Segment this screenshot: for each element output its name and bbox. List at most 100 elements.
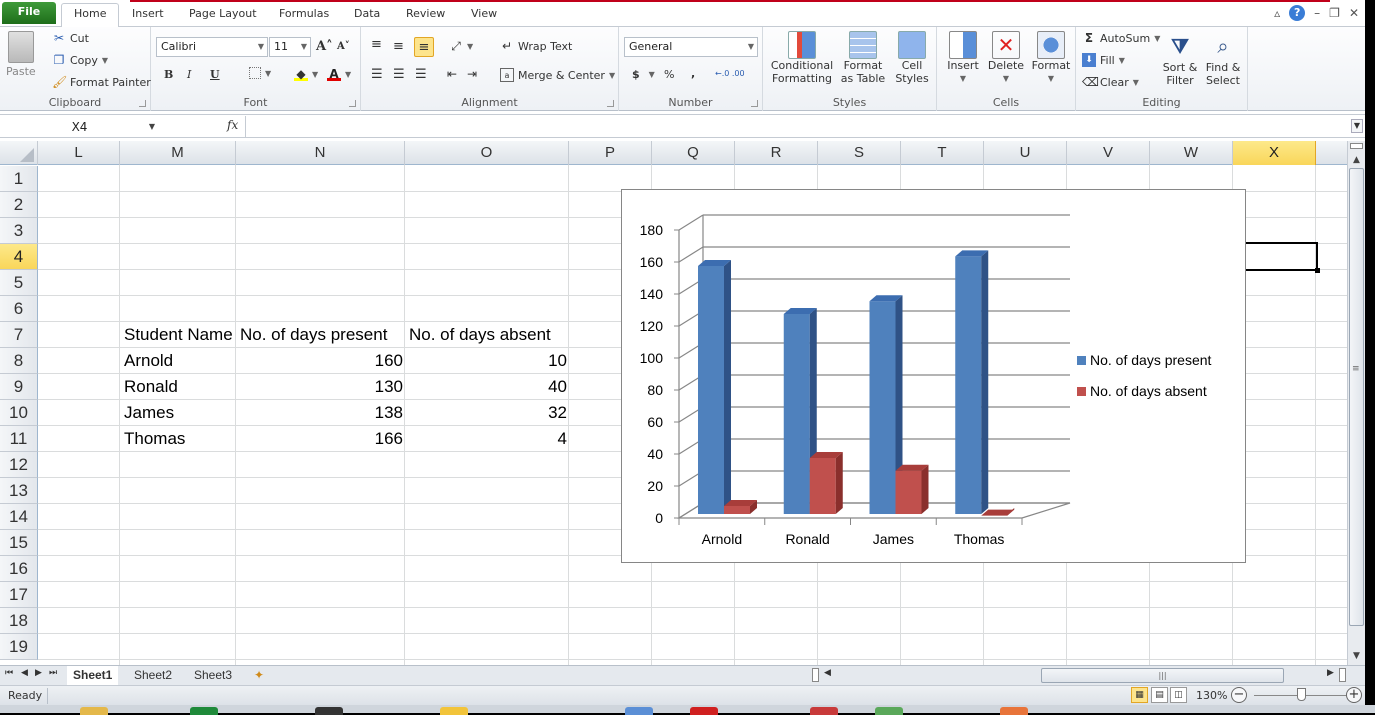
percent-button[interactable]: % [664,68,674,81]
help-icon[interactable]: ? [1289,5,1306,21]
vertical-scroll-thumb[interactable] [1349,168,1364,626]
taskbar-app-icon[interactable] [315,707,343,715]
collapse-ribbon-icon[interactable]: ▵ [1274,6,1280,20]
sheet-tab-sheet3[interactable]: Sheet3 [188,666,238,685]
format-as-table-button[interactable]: Format as Table [837,31,889,85]
sheet-tab-sheet2[interactable]: Sheet2 [128,666,178,685]
font-size-combo[interactable]: 11 ▼ [269,37,311,57]
row-header-9[interactable]: 9 [0,374,38,400]
row-header-3[interactable]: 3 [0,218,38,244]
zoom-out-icon[interactable]: − [1231,687,1247,703]
taskbar-app-icon[interactable] [875,707,903,715]
borders-button[interactable]: ▼ [249,67,271,79]
column-header-p[interactable]: P [569,141,652,165]
format-painter-button[interactable]: 🖌 Format Painter [52,75,151,89]
table-cell-absent[interactable]: 4 [406,426,570,452]
table-cell-present[interactable]: 160 [237,348,406,374]
table-header-student-name[interactable]: Student Name [121,322,236,348]
normal-view-icon[interactable]: ▦ [1131,687,1148,703]
tab-page-layout[interactable]: Page Layout [177,4,269,27]
decrease-indent-button[interactable]: ⇤ [447,67,457,81]
align-middle-button[interactable]: ≡ [393,39,404,54]
sheet-tab-sheet1[interactable]: Sheet1 [67,666,119,685]
chart-object[interactable]: 0 20 40 60 80 100 120 140 160 180 Arnold Ronald Jame… [621,189,1246,563]
table-cell-present[interactable]: 138 [237,400,406,426]
tab-data[interactable]: Data [342,4,392,27]
dialog-launcher-icon[interactable] [607,100,614,107]
minimize-icon[interactable]: – [1314,6,1320,20]
page-layout-view-icon[interactable]: ▤ [1151,687,1168,703]
row-header-4[interactable]: 4 [0,244,38,270]
increase-indent-button[interactable]: ⇥ [467,67,477,81]
table-cell-absent[interactable]: 40 [406,374,570,400]
row-header-15[interactable]: 15 [0,530,38,556]
sort-filter-button[interactable]: ⧩ Sort & Filter [1160,31,1200,87]
scroll-left-icon[interactable]: ◀ [824,668,831,678]
table-cell-absent[interactable]: 32 [406,400,570,426]
fill-button[interactable]: ⬇ Fill ▼ [1082,53,1125,67]
restore-icon[interactable]: ❐ [1329,6,1340,20]
taskbar-app-icon[interactable] [1000,707,1028,715]
dialog-launcher-icon[interactable] [139,100,146,107]
merge-center-button[interactable]: a Merge & Center ▼ [500,68,615,82]
name-box[interactable]: X4 ▼ [2,117,157,137]
table-header-days-present[interactable]: No. of days present [237,322,390,348]
tab-review[interactable]: Review [394,4,457,27]
spreadsheet-grid[interactable]: LMNOPQRSTUVWX 1 2 3 4 5 6 7 8 9 10 11 12 13 14 15 16 17 1… [0,141,1347,665]
tab-home[interactable]: Home [61,3,120,28]
column-header-u[interactable]: U [984,141,1067,165]
table-cell-present[interactable]: 166 [237,426,406,452]
clear-button[interactable]: ⌫ Clear ▼ [1082,75,1139,89]
tab-file[interactable]: File [2,2,56,24]
row-header-19[interactable]: 19 [0,634,38,660]
table-cell-name[interactable]: Arnold [121,348,176,374]
tab-insert[interactable]: Insert [120,4,176,27]
bold-button[interactable]: B [164,68,173,81]
horizontal-scroll-thumb[interactable]: ||| [1041,668,1284,683]
table-header-days-absent[interactable]: No. of days absent [406,322,554,348]
delete-cells-button[interactable]: ✕ Delete ▼ [985,31,1027,85]
row-header-11[interactable]: 11 [0,426,38,452]
comma-button[interactable]: , [691,67,695,80]
number-format-combo[interactable]: General ▼ [624,37,758,57]
column-header-t[interactable]: T [901,141,984,165]
autosum-button[interactable]: Σ AutoSum ▼ [1082,31,1160,45]
prev-sheet-icon[interactable]: ◀ [21,668,28,678]
dialog-launcher-icon[interactable] [349,100,356,107]
column-header-v[interactable]: V [1067,141,1150,165]
taskbar-app-icon[interactable] [440,707,468,715]
split-handle[interactable] [1350,143,1363,149]
font-color-button[interactable]: A ▼ [327,67,351,81]
insert-cells-button[interactable]: Insert ▼ [943,31,983,85]
grow-font-button[interactable]: A˄ [316,39,333,54]
table-cell-present[interactable]: 130 [237,374,406,400]
split-handle[interactable] [812,668,819,682]
close-icon[interactable]: ✕ [1349,6,1359,20]
row-header-10[interactable]: 10 [0,400,38,426]
cell-styles-button[interactable]: Cell Styles [889,31,935,85]
row-header-7[interactable]: 7 [0,322,38,348]
shrink-font-button[interactable]: A˅ [337,41,350,52]
table-cell-absent[interactable]: 10 [406,348,570,374]
align-top-button[interactable]: ≡ [371,37,382,52]
zoom-slider-thumb[interactable] [1297,688,1306,701]
row-header-17[interactable]: 17 [0,582,38,608]
taskbar-app-icon[interactable] [690,707,718,715]
insert-sheet-icon[interactable]: ✦ [248,666,270,685]
row-header-14[interactable]: 14 [0,504,38,530]
scroll-up-icon[interactable]: ▲ [1348,153,1365,167]
scroll-right-icon[interactable]: ▶ [1327,668,1334,678]
column-header-s[interactable]: S [818,141,901,165]
underline-button[interactable]: U [210,68,220,81]
formula-input[interactable] [245,116,1347,137]
row-header-1[interactable]: 1 [0,166,38,192]
align-center-button[interactable]: ☰ [393,67,405,82]
conditional-formatting-button[interactable]: Conditional Formatting [767,31,837,85]
italic-button[interactable]: I [187,68,191,81]
zoom-in-icon[interactable]: + [1346,687,1362,703]
insert-function-icon[interactable]: fx [227,118,238,132]
row-header-8[interactable]: 8 [0,348,38,374]
column-header-r[interactable]: R [735,141,818,165]
scroll-down-icon[interactable]: ▼ [1348,649,1365,663]
column-header-o[interactable]: O [405,141,569,165]
